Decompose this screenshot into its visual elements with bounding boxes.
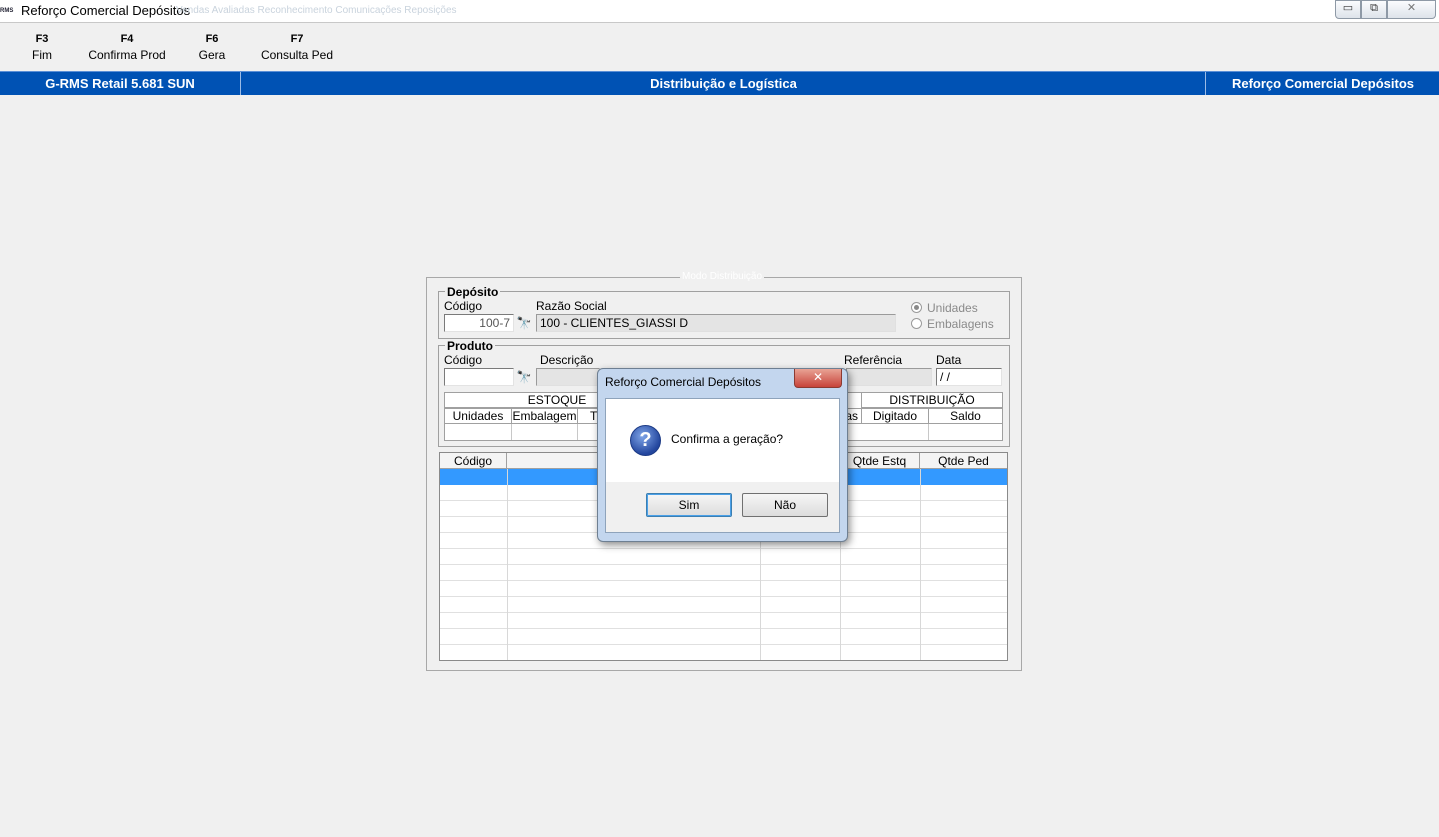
fkey-label: Gera [198, 48, 226, 62]
estoque-col-embalagem: Embalagem [511, 408, 578, 424]
table-row[interactable] [440, 613, 1007, 629]
estoque-divider [577, 424, 578, 440]
radio-embalagens-label: Embalagens [927, 317, 994, 331]
dialog-message: Confirma a geração? [671, 432, 784, 446]
table-row[interactable] [440, 597, 1007, 613]
produto-codigo-field[interactable] [444, 368, 514, 386]
deposito-codigo-field[interactable]: 100-7 [444, 314, 514, 332]
grid-col-qtde-estq[interactable]: Qtde Estq [840, 453, 920, 469]
fkey-label: Fim [32, 48, 52, 62]
deposito-codigo-label: Código [444, 299, 483, 313]
fkey-key: F4 [120, 33, 134, 45]
fkey-f6-gera[interactable]: F6 Gera [192, 30, 232, 62]
data-label: Data [936, 353, 962, 367]
estoque-divider [928, 424, 929, 440]
table-row[interactable] [440, 549, 1007, 565]
frame-caption: Modo Distribuição [680, 271, 765, 282]
produto-codigo-label: Código [444, 353, 483, 367]
data-field[interactable]: / / [936, 368, 1002, 386]
grid-col-qtde-ped[interactable]: Qtde Ped [920, 453, 1007, 469]
dialog-body: ? Confirma a geração? [605, 398, 840, 484]
fkey-f7-consulta-ped[interactable]: F7 Consulta Ped [257, 30, 337, 62]
descricao-label: Descrição [540, 353, 594, 367]
app-logo: RMS [0, 8, 14, 14]
razao-social-field: 100 - CLIENTES_GIASSI D [536, 314, 896, 332]
minimize-button[interactable]: ▭ [1335, 0, 1361, 19]
window-title: Reforço Comercial Depósitos [21, 3, 191, 18]
razao-social-label: Razão Social [536, 299, 607, 313]
restore-button[interactable]: ⧉ [1361, 0, 1387, 19]
produto-group-title: Produto [445, 339, 495, 353]
fkey-key: F6 [205, 33, 219, 45]
screen-name: Reforço Comercial Depósitos [1205, 72, 1439, 95]
descricao-field [536, 368, 600, 386]
dialog-title: Reforço Comercial Depósitos [605, 375, 762, 389]
fkey-label: Consulta Ped [260, 48, 334, 62]
fkey-f3-fim[interactable]: F3 Fim [22, 30, 62, 62]
radio-unidades-label: Unidades [927, 301, 978, 315]
referencia-label: Referência [844, 353, 903, 367]
grid-col-divider [920, 469, 921, 660]
grid-col-codigo[interactable]: Código [440, 453, 507, 469]
table-row[interactable] [440, 581, 1007, 597]
referencia-field [846, 368, 932, 386]
deposito-search-icon[interactable]: 🔭 [514, 314, 534, 332]
estoque-col-unidades: Unidades [444, 408, 512, 424]
question-icon: ? [630, 425, 661, 456]
table-row[interactable] [440, 629, 1007, 645]
fkey-key: F3 [35, 33, 49, 45]
distribuicao-col-saldo: Saldo [928, 408, 1003, 424]
estoque-divider [511, 424, 512, 440]
table-row[interactable] [440, 565, 1007, 581]
distribuicao-col-digitado: Digitado [861, 408, 929, 424]
module-name: Distribuição e Logística [240, 72, 1206, 95]
produto-search-icon[interactable]: 🔭 [514, 368, 534, 386]
yes-button[interactable]: Sim [646, 493, 732, 517]
no-button[interactable]: Não [742, 493, 828, 517]
close-window-button[interactable]: ✕ [1387, 0, 1436, 19]
fkey-f4-confirma-prod[interactable]: F4 Confirma Prod [82, 30, 172, 62]
grid-col-divider [507, 469, 508, 660]
radio-unselected-icon [911, 318, 922, 329]
deposito-group-title: Depósito [445, 285, 501, 299]
radio-unidades[interactable]: Unidades [911, 301, 978, 315]
radio-selected-icon [911, 302, 922, 313]
fkey-label: Confirma Prod [88, 48, 166, 62]
table-row[interactable] [440, 645, 1007, 660]
module-header-bar: G-RMS Retail 5.681 SUN Distribuição e Lo… [0, 71, 1439, 95]
distribuicao-header: DISTRIBUIÇÃO [861, 392, 1003, 408]
radio-embalagens[interactable]: Embalagens [911, 317, 994, 331]
dialog-close-button[interactable]: ✕ [794, 369, 842, 388]
background-window-titles: Vendas Avaliadas Reconhecimento Comunica… [176, 5, 457, 16]
confirm-dialog: Reforço Comercial Depósitos ✕ ? Confirma… [597, 368, 848, 542]
window-titlebar: RMS Reforço Comercial Depósitos Vendas A… [0, 0, 1439, 23]
dialog-footer: Sim Não [605, 482, 840, 533]
system-version: G-RMS Retail 5.681 SUN [45, 76, 195, 91]
fkey-key: F7 [290, 33, 304, 45]
